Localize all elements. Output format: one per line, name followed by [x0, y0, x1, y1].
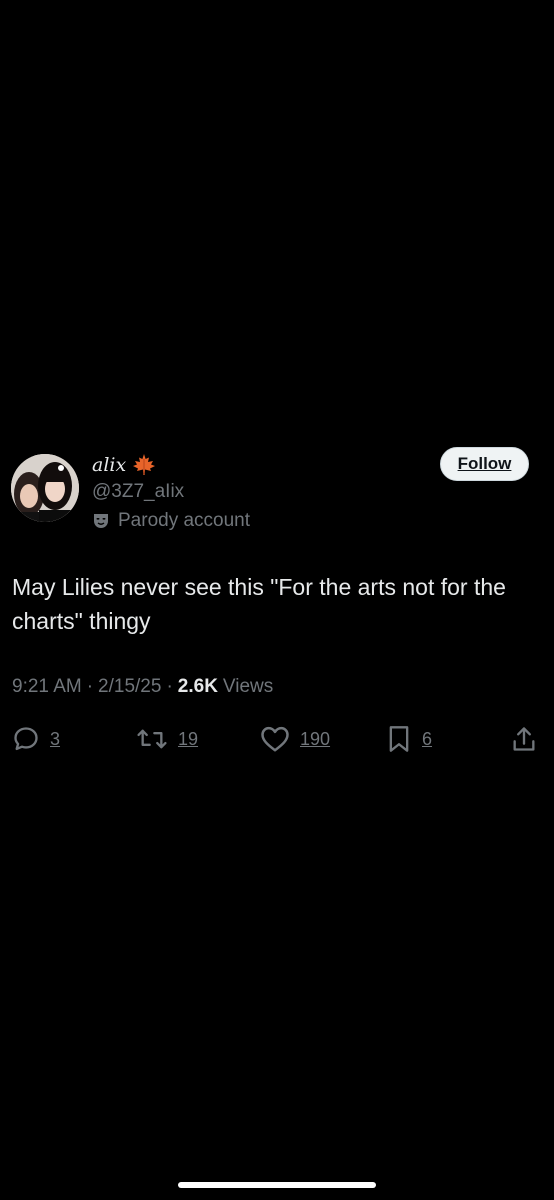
bookmark-icon	[389, 726, 409, 752]
tweet-date[interactable]: 2/15/25	[98, 676, 161, 698]
tweet-meta: 9:21 AM · 2/15/25 · 2.6K Views	[12, 676, 273, 698]
reply-count: 3	[50, 728, 61, 749]
reply-icon	[14, 727, 38, 751]
parody-label: Parody account	[118, 510, 251, 531]
bookmark-button[interactable]: 6	[386, 725, 432, 753]
separator-dot: ·	[86, 676, 94, 697]
separator-dot: ·	[166, 676, 173, 697]
repost-count: 19	[178, 728, 199, 749]
maple-leaf-icon	[132, 453, 156, 477]
display-name[interactable]: alix	[92, 454, 126, 476]
name-row: alix	[92, 451, 156, 479]
heart-icon	[261, 726, 289, 752]
reply-button[interactable]: 3	[12, 725, 60, 753]
bookmark-count: 6	[422, 728, 433, 749]
handle[interactable]: @3Z7_aIix	[92, 481, 184, 503]
tweet-text: May Lilies never see this "For the arts …	[12, 574, 506, 634]
views-label: Views	[222, 676, 274, 697]
like-button[interactable]: 190	[260, 725, 330, 753]
share-button[interactable]	[510, 725, 538, 753]
avatar[interactable]	[11, 454, 79, 522]
views-count[interactable]: 2.6K	[178, 676, 218, 698]
tweet-time[interactable]: 9:21 AM	[12, 676, 82, 698]
like-count: 190	[300, 728, 331, 749]
share-icon	[513, 727, 535, 751]
repost-icon	[137, 729, 167, 749]
home-indicator[interactable]	[178, 1182, 376, 1188]
repost-button[interactable]: 19	[136, 725, 198, 753]
parody-badge: Parody account	[92, 510, 250, 532]
follow-button[interactable]: Follow	[440, 447, 529, 481]
mask-icon	[92, 512, 110, 530]
avatar-photo	[11, 454, 79, 522]
action-bar: 3 19 190 6	[0, 725, 554, 755]
